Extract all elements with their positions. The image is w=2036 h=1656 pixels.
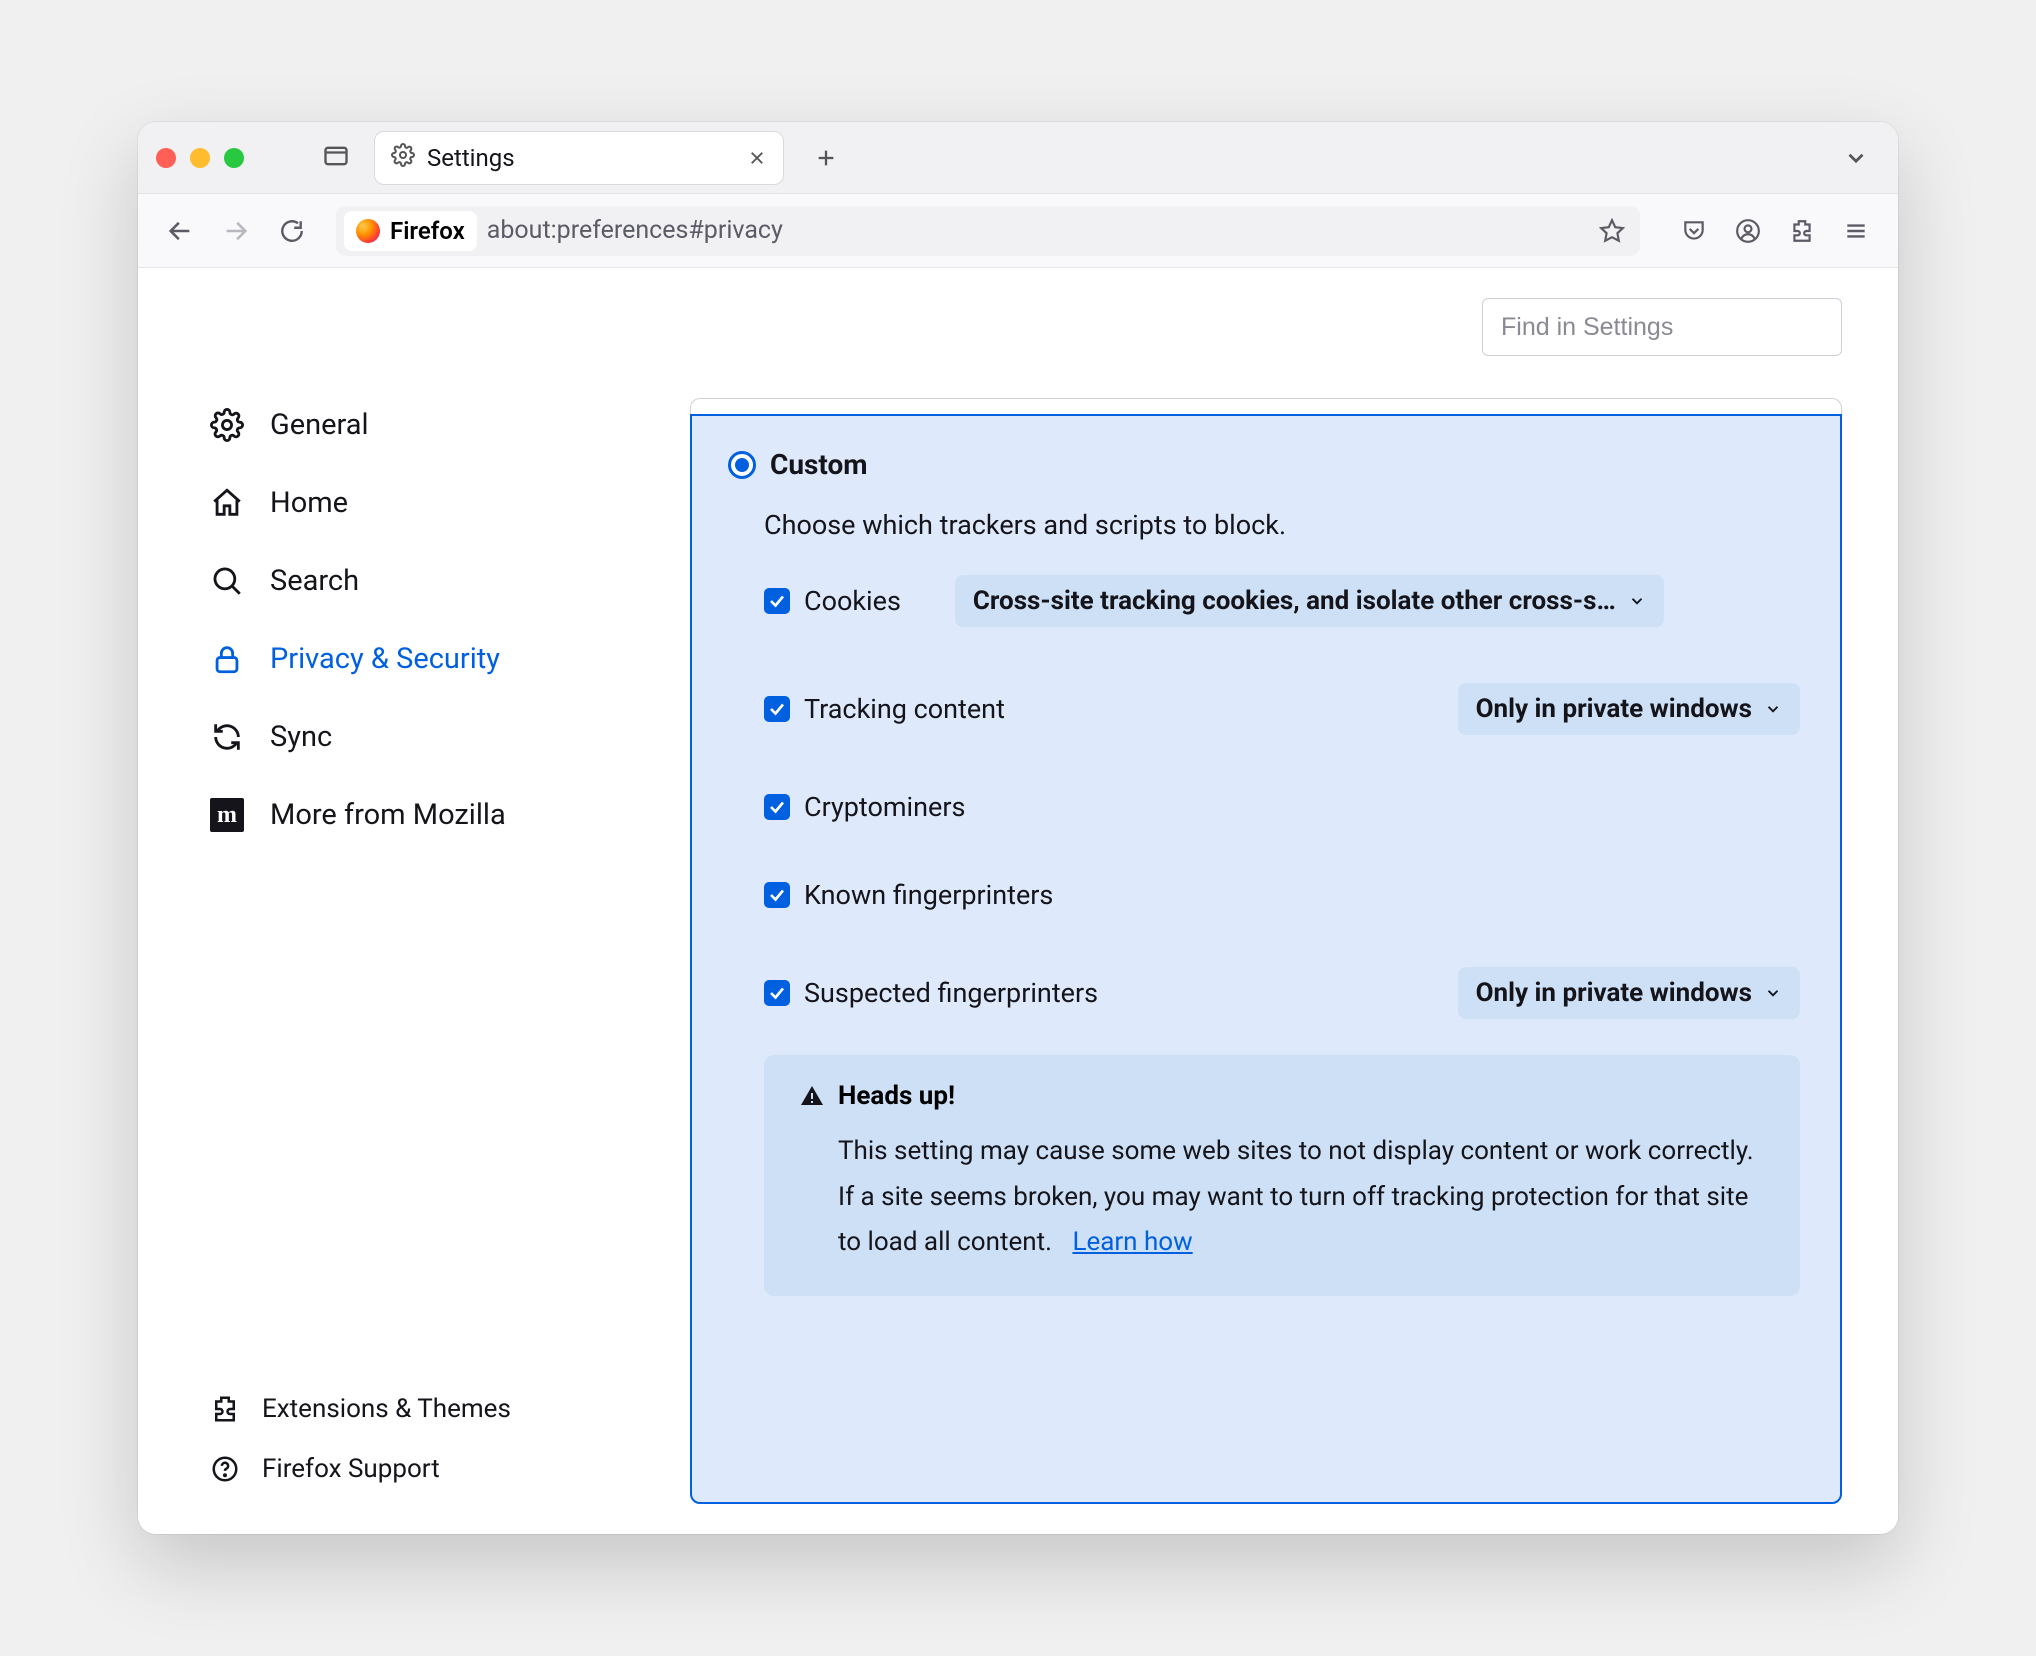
sidebar-item-home[interactable]: Home bbox=[210, 486, 678, 520]
select-value: Only in private windows bbox=[1476, 978, 1752, 1008]
sidebar-item-privacy[interactable]: Privacy & Security bbox=[210, 642, 678, 676]
cookies-label: Cookies bbox=[804, 585, 901, 617]
minimize-window-button[interactable] bbox=[190, 148, 210, 168]
identity-label: Firefox bbox=[390, 217, 465, 245]
settings-search-input[interactable] bbox=[1482, 298, 1842, 356]
sidebar-item-label: Sync bbox=[270, 720, 332, 754]
suspected-fp-select[interactable]: Only in private windows bbox=[1458, 967, 1800, 1019]
headsup-box: Heads up! This setting may cause some we… bbox=[764, 1055, 1800, 1296]
known-fp-label: Known fingerprinters bbox=[804, 879, 1053, 911]
sidebar-extensions-themes[interactable]: Extensions & Themes bbox=[210, 1394, 511, 1424]
pocket-button[interactable] bbox=[1670, 207, 1718, 255]
option-cryptominers: Cryptominers bbox=[764, 791, 1800, 823]
option-known-fingerprinters: Known fingerprinters bbox=[764, 879, 1800, 911]
tracking-checkbox[interactable] bbox=[764, 696, 790, 722]
tracking-select[interactable]: Only in private windows bbox=[1458, 683, 1800, 735]
settings-main: Custom Choose which trackers and scripts… bbox=[678, 268, 1898, 1534]
url-bar[interactable]: Firefox about:preferences#privacy bbox=[336, 206, 1640, 256]
custom-tracking-panel: Custom Choose which trackers and scripts… bbox=[690, 414, 1842, 1504]
suspected-fp-checkbox[interactable] bbox=[764, 980, 790, 1006]
navbar: Firefox about:preferences#privacy bbox=[138, 194, 1898, 268]
cryptominers-label: Cryptominers bbox=[804, 791, 965, 823]
cryptominers-checkbox[interactable] bbox=[764, 794, 790, 820]
url-text: about:preferences#privacy bbox=[487, 216, 783, 245]
select-value: Cross-site tracking cookies, and isolate… bbox=[973, 586, 1616, 616]
warning-icon bbox=[800, 1084, 824, 1108]
lock-icon bbox=[210, 642, 244, 676]
window-controls bbox=[156, 148, 244, 168]
tab-overview-icon[interactable] bbox=[322, 142, 350, 174]
app-menu-button[interactable] bbox=[1832, 207, 1880, 255]
forward-button[interactable] bbox=[212, 207, 260, 255]
sidebar-item-label: More from Mozilla bbox=[270, 798, 506, 832]
select-value: Only in private windows bbox=[1476, 694, 1752, 724]
gear-icon bbox=[210, 408, 244, 442]
account-button[interactable] bbox=[1724, 207, 1772, 255]
maximize-window-button[interactable] bbox=[224, 148, 244, 168]
headsup-text: This setting may cause some web sites to… bbox=[838, 1136, 1754, 1257]
headsup-title: Heads up! bbox=[838, 1081, 955, 1111]
identity-badge[interactable]: Firefox bbox=[344, 211, 477, 251]
cookies-checkbox[interactable] bbox=[764, 588, 790, 614]
option-tracking-content: Tracking content Only in private windows bbox=[764, 683, 1800, 735]
sidebar-item-search[interactable]: Search bbox=[210, 564, 678, 598]
browser-window: Settings Firefox about:prefe bbox=[138, 122, 1898, 1534]
settings-sidebar: General Home Search Privacy & Security S… bbox=[138, 268, 678, 1534]
option-cookies: Cookies Cross-site tracking cookies, and… bbox=[764, 575, 1800, 627]
sidebar-item-label: Search bbox=[270, 564, 359, 598]
chevron-down-icon bbox=[1764, 984, 1782, 1002]
chevron-down-icon bbox=[1764, 700, 1782, 718]
panel-description: Choose which trackers and scripts to blo… bbox=[764, 509, 1800, 541]
close-tab-button[interactable] bbox=[747, 148, 767, 168]
sidebar-item-label: Firefox Support bbox=[262, 1454, 440, 1484]
help-icon bbox=[210, 1454, 240, 1484]
sidebar-item-more-mozilla[interactable]: m More from Mozilla bbox=[210, 798, 678, 832]
cookies-select[interactable]: Cross-site tracking cookies, and isolate… bbox=[955, 575, 1664, 627]
reload-button[interactable] bbox=[268, 207, 316, 255]
bookmark-star-button[interactable] bbox=[1592, 211, 1632, 251]
sidebar-firefox-support[interactable]: Firefox Support bbox=[210, 1454, 511, 1484]
search-icon bbox=[210, 564, 244, 598]
mozilla-icon: m bbox=[210, 798, 244, 832]
new-tab-button[interactable] bbox=[802, 134, 850, 182]
titlebar: Settings bbox=[138, 122, 1898, 194]
learn-how-link[interactable]: Learn how bbox=[1072, 1227, 1192, 1257]
custom-radio[interactable] bbox=[728, 451, 756, 479]
puzzle-icon bbox=[210, 1394, 240, 1424]
panel-title: Custom bbox=[770, 448, 868, 481]
tab-title: Settings bbox=[427, 144, 515, 172]
close-window-button[interactable] bbox=[156, 148, 176, 168]
panel-top-edge bbox=[690, 398, 1842, 414]
sidebar-item-sync[interactable]: Sync bbox=[210, 720, 678, 754]
titlebar-spacer bbox=[244, 142, 374, 174]
option-suspected-fingerprinters: Suspected fingerprinters Only in private… bbox=[764, 967, 1800, 1019]
suspected-fp-label: Suspected fingerprinters bbox=[804, 977, 1098, 1009]
sidebar-item-label: General bbox=[270, 408, 369, 442]
back-button[interactable] bbox=[156, 207, 204, 255]
known-fp-checkbox[interactable] bbox=[764, 882, 790, 908]
sync-icon bbox=[210, 720, 244, 754]
settings-content: General Home Search Privacy & Security S… bbox=[138, 268, 1898, 1534]
extensions-button[interactable] bbox=[1778, 207, 1826, 255]
sidebar-item-label: Home bbox=[270, 486, 348, 520]
home-icon bbox=[210, 486, 244, 520]
firefox-logo-icon bbox=[356, 219, 380, 243]
tab-settings[interactable]: Settings bbox=[374, 131, 784, 185]
sidebar-item-general[interactable]: General bbox=[210, 408, 678, 442]
list-all-tabs-button[interactable] bbox=[1832, 134, 1880, 182]
tracking-label: Tracking content bbox=[804, 693, 1005, 725]
chevron-down-icon bbox=[1628, 592, 1646, 610]
sidebar-item-label: Extensions & Themes bbox=[262, 1394, 511, 1424]
sidebar-item-label: Privacy & Security bbox=[270, 642, 500, 676]
gear-icon bbox=[391, 143, 415, 173]
